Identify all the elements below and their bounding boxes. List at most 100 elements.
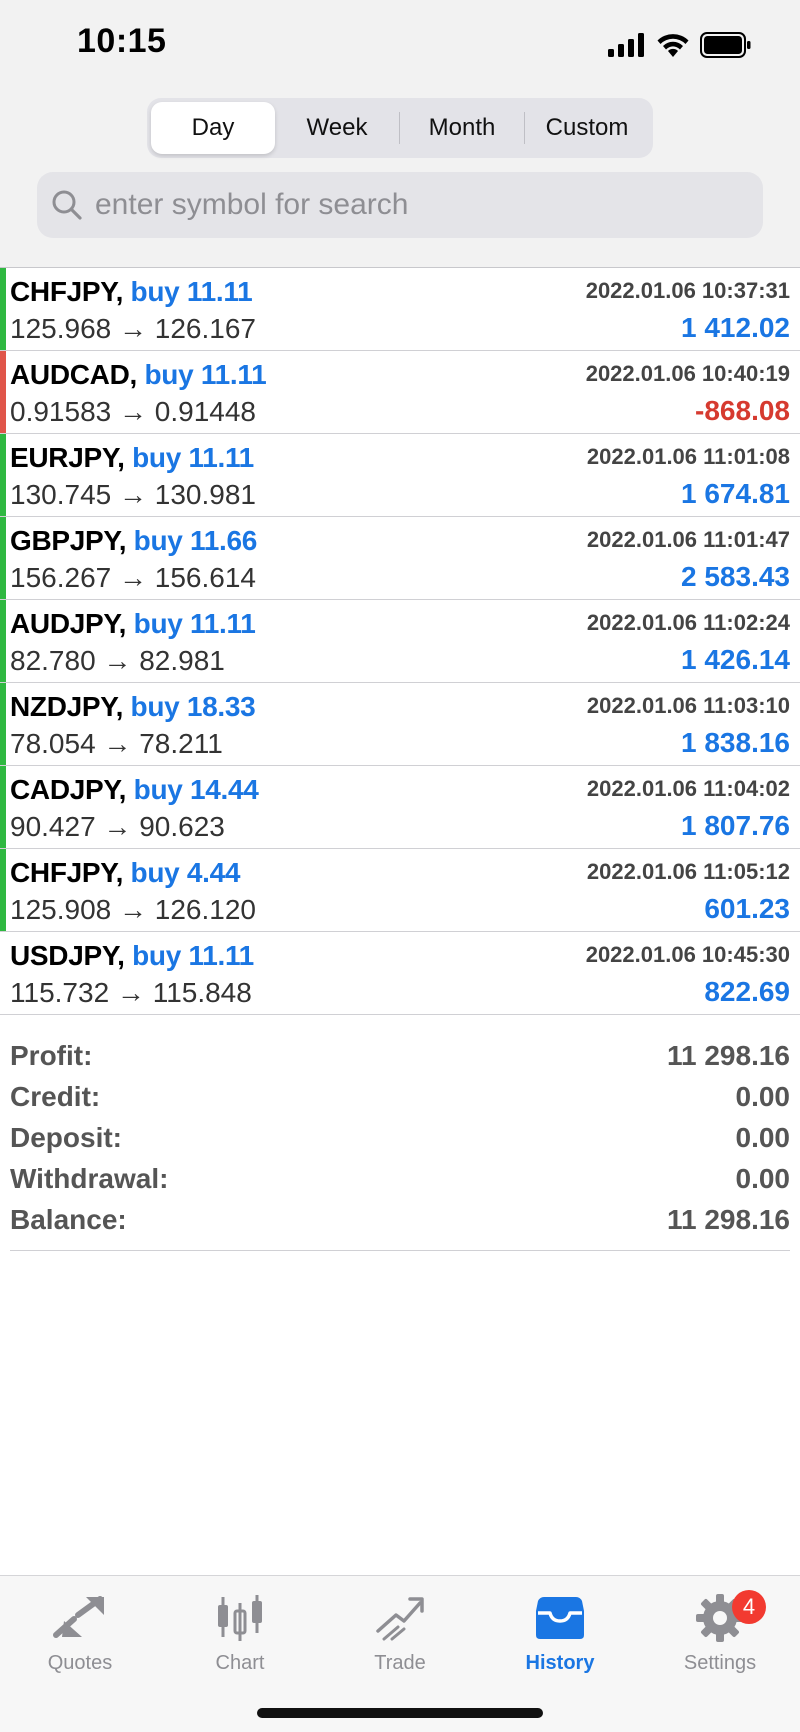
tab-day[interactable]: Day bbox=[151, 102, 275, 154]
trade-symbol: EURJPY, bbox=[10, 442, 125, 473]
trade-datetime: 2022.01.06 11:03:10 bbox=[586, 693, 790, 718]
summary-label: Balance: bbox=[10, 1203, 127, 1235]
battery-icon bbox=[700, 32, 751, 58]
summary-value: 11 298.16 bbox=[666, 1039, 790, 1071]
trade-row[interactable]: CADJPY, buy 14.44 2022.01.06 11:04:02 90.4… bbox=[0, 766, 800, 849]
trade-row[interactable]: NZDJPY, buy 18.33 2022.01.06 11:03:10 78.0… bbox=[0, 683, 800, 766]
trade-prices: 115.732 → 115.848 bbox=[10, 977, 252, 1008]
status-time: 10:15 bbox=[77, 22, 167, 60]
trade-symbol: CHFJPY, bbox=[10, 857, 124, 888]
summary-value: 0.00 bbox=[735, 1162, 791, 1194]
trade-profit: 1 412.02 bbox=[681, 312, 790, 343]
trade-status-bar bbox=[0, 849, 6, 931]
trade-symbol-line: USDJPY, buy 11.11 bbox=[10, 940, 254, 972]
trade-row[interactable]: CHFJPY, buy 4.44 2022.01.06 11:05:12 125.9… bbox=[0, 849, 800, 932]
trade-profit: 1 807.76 bbox=[681, 810, 790, 841]
status-icons bbox=[608, 30, 752, 60]
trade-symbol: USDJPY, bbox=[10, 940, 125, 971]
summary-value: 0.00 bbox=[735, 1121, 791, 1153]
trade-status-bar bbox=[0, 268, 6, 350]
trade-row[interactable]: EURJPY, buy 11.11 2022.01.06 11:01:08 130.… bbox=[0, 434, 800, 517]
trade-history-list: CHFJPY, buy 11.11 2022.01.06 10:37:31 125.… bbox=[0, 267, 800, 1015]
trade-symbol-line: CHFJPY, buy 4.44 bbox=[10, 857, 240, 889]
search-bar[interactable] bbox=[37, 172, 763, 238]
bottom-tab-bar: Quotes Chart Trade History Settings 4 bbox=[0, 1575, 800, 1732]
trade-symbol-line: EURJPY, buy 11.11 bbox=[10, 442, 254, 474]
quotes-icon bbox=[53, 1596, 104, 1638]
trade-profit: 2 583.43 bbox=[681, 561, 790, 592]
summary-value: 0.00 bbox=[735, 1080, 791, 1112]
trade-prices: 82.780 → 82.981 bbox=[10, 645, 225, 676]
trade-profit: 601.23 bbox=[704, 893, 790, 924]
trade-profit: 1 838.16 bbox=[681, 727, 790, 758]
trade-prices: 130.745 → 130.981 bbox=[10, 479, 256, 510]
trade-symbol-line: NZDJPY, buy 18.33 bbox=[10, 691, 256, 723]
tab-trade[interactable]: Trade bbox=[320, 1588, 480, 1688]
trade-datetime: 2022.01.06 11:01:08 bbox=[586, 444, 790, 469]
trade-row[interactable]: USDJPY, buy 11.11 2022.01.06 10:45:30 115.… bbox=[0, 932, 800, 1015]
tab-label: Chart bbox=[215, 1652, 265, 1674]
trade-symbol: GBPJPY, bbox=[10, 525, 127, 556]
trade-row[interactable]: AUDCAD, buy 11.11 2022.01.06 10:40:19 0.91… bbox=[0, 351, 800, 434]
trade-side-volume: buy 18.33 bbox=[130, 691, 256, 722]
home-indicator bbox=[257, 1708, 543, 1718]
trade-prices: 90.427 → 90.623 bbox=[10, 811, 225, 842]
trade-prices: 125.968 → 126.167 bbox=[10, 313, 256, 344]
trade-row[interactable]: GBPJPY, buy 11.66 2022.01.06 11:01:47 156.… bbox=[0, 517, 800, 600]
search-icon bbox=[52, 190, 82, 220]
tab-history[interactable]: History bbox=[480, 1588, 640, 1688]
trade-side-volume: buy 11.11 bbox=[144, 359, 267, 390]
trade-row[interactable]: CHFJPY, buy 11.11 2022.01.06 10:37:31 125.… bbox=[0, 268, 800, 351]
trade-row[interactable]: AUDJPY, buy 11.11 2022.01.06 11:02:24 82.7… bbox=[0, 600, 800, 683]
trade-symbol-line: CHFJPY, buy 11.11 bbox=[10, 276, 253, 308]
trade-profit: 1 674.81 bbox=[681, 478, 790, 509]
trade-status-bar bbox=[0, 766, 6, 848]
tab-label: Quotes bbox=[47, 1652, 113, 1674]
trade-status-bar bbox=[0, 434, 6, 516]
trade-side-volume: buy 11.11 bbox=[132, 940, 254, 971]
tab-month[interactable]: Month bbox=[400, 102, 524, 154]
summary-row-deposit: Deposit: 0.00 bbox=[10, 1117, 790, 1158]
account-summary: Profit: 11 298.16 Credit: 0.00 Deposit: … bbox=[10, 1035, 790, 1251]
trade-symbol: CHFJPY, bbox=[10, 276, 124, 307]
trade-prices: 0.91583 → 0.91448 bbox=[10, 396, 256, 427]
trade-prices: 156.267 → 156.614 bbox=[10, 562, 256, 593]
cellular-signal-icon bbox=[608, 33, 644, 57]
trade-symbol-line: GBPJPY, buy 11.66 bbox=[10, 525, 257, 557]
trade-icon bbox=[376, 1597, 424, 1641]
chart-icon bbox=[218, 1595, 262, 1641]
wifi-icon bbox=[657, 34, 689, 57]
trade-status-bar bbox=[0, 600, 6, 682]
trade-datetime: 2022.01.06 10:37:31 bbox=[585, 278, 790, 303]
trade-symbol: CADJPY, bbox=[10, 774, 127, 805]
trade-datetime: 2022.01.06 11:02:24 bbox=[586, 610, 790, 635]
trade-side-volume: buy 11.11 bbox=[132, 442, 254, 473]
trade-status-bar bbox=[0, 932, 6, 1014]
tab-week[interactable]: Week bbox=[275, 102, 399, 154]
trade-status-bar bbox=[0, 517, 6, 599]
trade-symbol: NZDJPY, bbox=[10, 691, 124, 722]
summary-row-withdrawal: Withdrawal: 0.00 bbox=[10, 1158, 790, 1199]
trade-datetime: 2022.01.06 10:45:30 bbox=[585, 942, 790, 967]
trade-prices: 78.054 → 78.211 bbox=[10, 728, 223, 759]
trade-profit: -868.08 bbox=[695, 395, 790, 426]
tab-chart[interactable]: Chart bbox=[160, 1588, 320, 1688]
tab-quotes[interactable]: Quotes bbox=[0, 1588, 160, 1688]
summary-row-credit: Credit: 0.00 bbox=[10, 1076, 790, 1117]
tab-settings[interactable]: Settings 4 bbox=[640, 1588, 800, 1688]
trade-symbol-line: AUDJPY, buy 11.11 bbox=[10, 608, 256, 640]
summary-label: Profit: bbox=[10, 1039, 93, 1071]
tab-label: Trade bbox=[374, 1652, 426, 1674]
summary-label: Deposit: bbox=[10, 1121, 122, 1153]
tab-label: History bbox=[525, 1652, 595, 1674]
trade-profit: 1 426.14 bbox=[681, 644, 790, 675]
trade-symbol-line: AUDCAD, buy 11.11 bbox=[10, 359, 267, 391]
summary-row-balance: Balance: 11 298.16 bbox=[10, 1199, 790, 1240]
trade-datetime: 2022.01.06 11:04:02 bbox=[586, 776, 790, 801]
trade-datetime: 2022.01.06 11:05:12 bbox=[586, 859, 790, 884]
search-input[interactable] bbox=[93, 187, 737, 223]
history-icon bbox=[536, 1597, 584, 1639]
trade-side-volume: buy 14.44 bbox=[133, 774, 259, 805]
tab-custom[interactable]: Custom bbox=[525, 102, 649, 154]
trade-symbol: AUDJPY, bbox=[10, 608, 127, 639]
